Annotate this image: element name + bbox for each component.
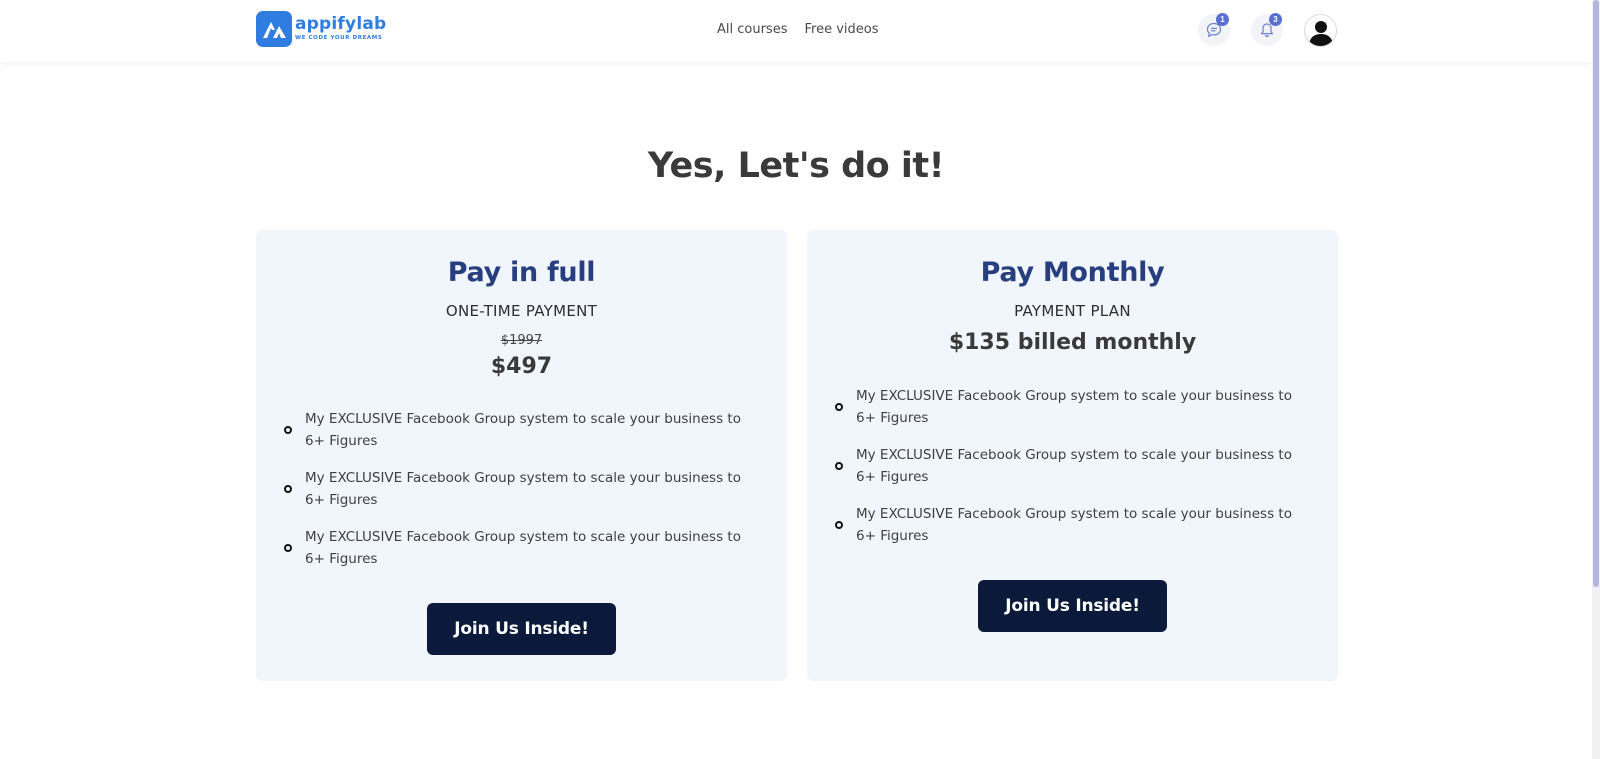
plan-title: Pay in full <box>447 257 596 288</box>
list-item: My EXCLUSIVE Facebook Group system to sc… <box>835 503 1305 547</box>
plan-subtitle: ONE-TIME PAYMENT <box>445 302 598 320</box>
scrollbar-thumb[interactable] <box>1593 0 1599 587</box>
list-item: My EXCLUSIVE Facebook Group system to sc… <box>284 408 754 452</box>
messages-button[interactable]: 1 <box>1198 13 1230 46</box>
list-item: My EXCLUSIVE Facebook Group system to sc… <box>835 444 1305 488</box>
list-item: My EXCLUSIVE Facebook Group system to sc… <box>284 467 754 511</box>
feature-text: My EXCLUSIVE Facebook Group system to sc… <box>305 411 741 449</box>
plan-feature-list: My EXCLUSIVE Facebook Group system to sc… <box>835 385 1305 562</box>
notifications-badge: 3 <box>1269 13 1282 26</box>
plan-old-price: $1997 <box>500 333 543 348</box>
bullet-icon <box>284 485 292 493</box>
nav-free-videos[interactable]: Free videos <box>804 22 878 37</box>
join-button-pay-in-full[interactable]: Join Us Inside! <box>427 603 616 655</box>
logo-name: appifylab <box>295 14 387 35</box>
notifications-button[interactable]: 3 <box>1251 13 1283 46</box>
page-title: Yes, Let's do it! <box>647 146 945 186</box>
plan-feature-list: My EXCLUSIVE Facebook Group system to sc… <box>284 408 754 585</box>
join-button-pay-monthly[interactable]: Join Us Inside! <box>978 580 1167 632</box>
plan-subtitle: PAYMENT PLAN <box>1014 302 1131 320</box>
feature-text: My EXCLUSIVE Facebook Group system to sc… <box>305 470 741 508</box>
bullet-icon <box>835 462 843 470</box>
plan-title: Pay Monthly <box>980 257 1165 288</box>
logo-tagline: WE CODE YOUR DREAMS <box>295 35 383 42</box>
feature-text: My EXCLUSIVE Facebook Group system to sc… <box>305 529 741 567</box>
main-nav: All courses Free videos <box>717 22 879 37</box>
plan-price: $135 billed monthly <box>948 330 1197 355</box>
user-avatar[interactable] <box>1304 14 1337 47</box>
brand-logo[interactable]: appifylab WE CODE YOUR DREAMS <box>256 11 386 47</box>
bullet-icon <box>835 403 843 411</box>
plan-price: $497 <box>490 354 553 379</box>
nav-all-courses[interactable]: All courses <box>717 22 787 37</box>
feature-text: My EXCLUSIVE Facebook Group system to sc… <box>856 447 1292 485</box>
messages-badge: 1 <box>1216 13 1229 26</box>
bullet-icon <box>835 521 843 529</box>
list-item: My EXCLUSIVE Facebook Group system to sc… <box>835 385 1305 429</box>
feature-text: My EXCLUSIVE Facebook Group system to sc… <box>856 506 1292 544</box>
plan-card-pay-in-full: Pay in full ONE-TIME PAYMENT $1997 $497 … <box>256 230 787 681</box>
top-header: appifylab WE CODE YOUR DREAMS All course… <box>0 0 1592 62</box>
list-item: My EXCLUSIVE Facebook Group system to sc… <box>284 526 754 570</box>
bullet-icon <box>284 426 292 434</box>
feature-text: My EXCLUSIVE Facebook Group system to sc… <box>856 388 1292 426</box>
logo-mark-icon <box>256 11 292 47</box>
plan-card-pay-monthly: Pay Monthly PAYMENT PLAN $135 billed mon… <box>807 230 1338 681</box>
bullet-icon <box>284 544 292 552</box>
user-icon <box>1308 21 1333 46</box>
